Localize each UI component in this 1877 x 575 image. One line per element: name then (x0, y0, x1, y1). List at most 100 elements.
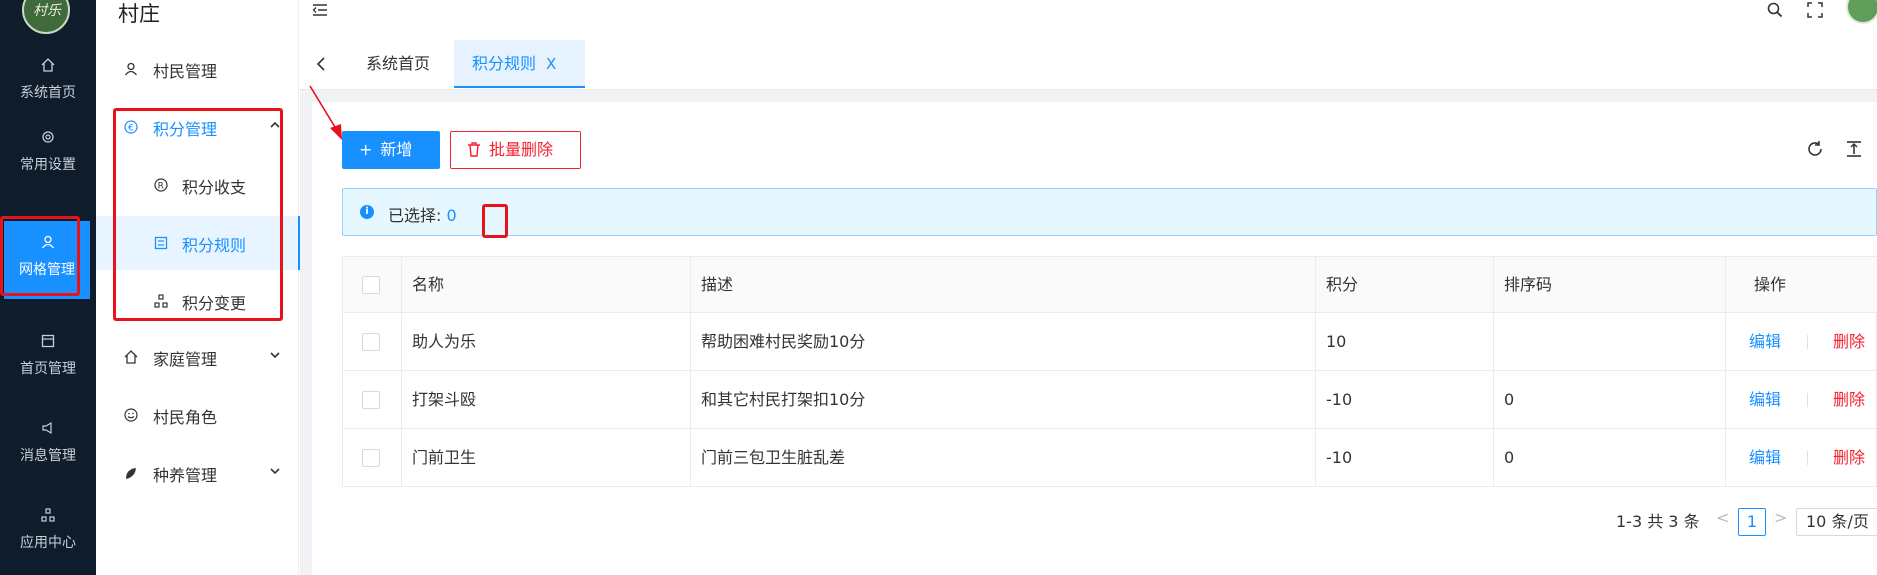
cell-actions: 编辑 删除 (1726, 371, 1877, 428)
selection-label: 已选择: (388, 206, 447, 225)
tab-points-rules[interactable]: 积分规则 X (454, 40, 585, 88)
action-divider (1807, 451, 1808, 465)
rail-item-message[interactable]: 消息管理 (0, 407, 96, 485)
chevron-down-icon (270, 352, 280, 359)
menu-item-villager[interactable]: 村民管理 (96, 42, 299, 96)
header-name[interactable]: 名称 (402, 257, 691, 312)
next-page-button[interactable]: > (1774, 508, 1787, 527)
select-all-checkbox[interactable] (362, 276, 380, 294)
cell-actions: 编辑 删除 (1726, 429, 1877, 487)
edit-link[interactable]: 编辑 (1749, 429, 1781, 487)
action-divider (1807, 393, 1808, 407)
rail-item-apps[interactable]: 应用中心 (0, 494, 96, 572)
row-select-cell (343, 313, 402, 370)
row-select-cell (343, 371, 402, 428)
tab-label-rules: 积分规则 (472, 54, 537, 73)
rail-label-homepage: 首页管理 (20, 361, 76, 377)
cell-points: -10 (1316, 429, 1494, 487)
batch-delete-button[interactable]: 批量删除 (450, 131, 581, 169)
add-button[interactable]: + 新增 (342, 131, 440, 169)
cell-points: -10 (1316, 371, 1494, 428)
delete-link[interactable]: 删除 (1833, 313, 1865, 370)
gear-icon (42, 131, 54, 143)
header-points[interactable]: 积分 (1316, 257, 1494, 312)
row-checkbox[interactable] (362, 391, 380, 409)
avatar[interactable] (1846, 0, 1877, 24)
menu-item-family[interactable]: 家庭管理 (96, 330, 299, 384)
chevron-left-icon[interactable] (314, 56, 328, 72)
table-row: 助人为乐 帮助困难村民奖励10分 10 编辑 删除 (343, 313, 1877, 371)
cell-desc: 门前三包卫生脏乱差 (691, 429, 1316, 487)
rail-item-home[interactable]: 系统首页 (0, 44, 96, 122)
rail-item-homepage[interactable]: 首页管理 (0, 320, 96, 398)
annotation-box-count (482, 204, 508, 238)
tab-label-home: 系统首页 (366, 54, 431, 73)
rail-label-home: 系统首页 (20, 85, 76, 101)
selection-count: 0 (446, 206, 457, 225)
tab-home[interactable]: 系统首页 (366, 40, 430, 88)
delete-link[interactable]: 删除 (1833, 371, 1865, 428)
annotation-arrow-icon (309, 85, 342, 140)
cell-desc: 帮助困难村民奖励10分 (691, 313, 1316, 370)
search-icon[interactable] (1767, 2, 1783, 18)
cell-name: 打架斗殴 (402, 371, 691, 428)
menu-fold-icon[interactable] (312, 3, 328, 17)
app-logo: 村乐 (22, 0, 70, 34)
apps-icon (41, 508, 55, 522)
close-icon[interactable]: X (546, 40, 556, 88)
plus-icon: + (359, 140, 373, 159)
user-icon (124, 62, 138, 76)
home-icon (124, 350, 138, 364)
add-button-label: 新增 (380, 140, 413, 159)
layout-icon (41, 334, 55, 348)
cell-sort: 0 (1494, 371, 1726, 428)
selection-alert: i 已选择: 0 (342, 188, 1877, 236)
refresh-icon[interactable] (1806, 140, 1824, 158)
chevron-down-icon (270, 468, 280, 475)
pagination-summary: 1-3 共 3 条 (1616, 512, 1700, 531)
app-title: 村庄 (118, 2, 160, 26)
tab-bar: 系统首页 积分规则 X (300, 40, 1877, 90)
header-desc[interactable]: 描述 (691, 257, 1316, 312)
rail-item-settings[interactable]: 常用设置 (0, 116, 96, 194)
cell-sort: 0 (1494, 429, 1726, 487)
row-select-cell (343, 429, 402, 487)
cell-name: 助人为乐 (402, 313, 691, 370)
rail-label-settings: 常用设置 (20, 157, 76, 173)
leaf-icon (126, 468, 136, 479)
info-icon: i (360, 205, 374, 219)
cell-points: 10 (1316, 313, 1494, 370)
table-row: 门前卫生 门前三包卫生脏乱差 -10 0 编辑 删除 (343, 429, 1877, 487)
cell-desc: 和其它村民打架扣10分 (691, 371, 1316, 428)
menu-item-farming[interactable]: 种养管理 (96, 446, 299, 500)
annotation-box-rail (0, 216, 80, 296)
menu-label-villager: 村民管理 (153, 62, 218, 81)
rail-label-message: 消息管理 (20, 448, 76, 464)
fullscreen-icon[interactable] (1807, 2, 1823, 18)
menu-item-role[interactable]: 村民角色 (96, 388, 299, 442)
row-checkbox[interactable] (362, 449, 380, 467)
header-sort[interactable]: 排序码 (1494, 257, 1726, 312)
column-height-icon[interactable] (1845, 140, 1863, 158)
smile-icon (124, 408, 138, 422)
app-root: 村乐 系统首页 常用设置 网格管理 首页管理 消息管理 应用中心 村庄 村民管理… (0, 0, 1877, 575)
row-checkbox[interactable] (362, 333, 380, 351)
points-rules-table: 名称 描述 积分 排序码 操作 助人为乐 帮助困难村民奖励10分 10 编辑 删… (342, 256, 1877, 487)
page-1-button[interactable]: 1 (1738, 508, 1766, 536)
prev-page-button[interactable]: < (1716, 508, 1729, 527)
edit-link[interactable]: 编辑 (1749, 371, 1781, 428)
cell-name: 门前卫生 (402, 429, 691, 487)
header-actions: 操作 (1754, 275, 1787, 294)
logo-text: 村乐 (33, 3, 61, 19)
rail-label-apps: 应用中心 (20, 535, 76, 551)
header-select-cell (343, 257, 402, 312)
page-size-select[interactable]: 10 条/页 (1796, 508, 1877, 536)
delete-link[interactable]: 删除 (1833, 429, 1865, 487)
annotation-box-submenu (113, 108, 283, 321)
edit-link[interactable]: 编辑 (1749, 313, 1781, 370)
selection-text: 已选择: 0 (388, 202, 457, 226)
batch-delete-label: 批量删除 (489, 140, 554, 159)
table-header: 名称 描述 积分 排序码 操作 (343, 257, 1877, 313)
menu-label-farming: 种养管理 (153, 466, 218, 485)
cell-sort (1494, 313, 1726, 370)
